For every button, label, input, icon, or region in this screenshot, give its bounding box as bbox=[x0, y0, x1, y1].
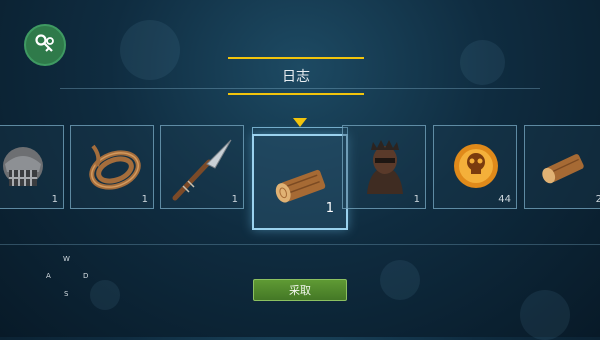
inventory-slot-armor[interactable]: 1 bbox=[342, 125, 426, 209]
inventory-slot-spear[interactable]: 1 bbox=[160, 125, 244, 209]
bokeh-light bbox=[380, 260, 420, 300]
take-button[interactable]: 采取 bbox=[253, 279, 347, 301]
inventory-slot-helmet[interactable]: 1 bbox=[0, 125, 64, 209]
inventory-slot-rope[interactable]: 1 bbox=[70, 125, 154, 209]
key-button[interactable] bbox=[24, 24, 66, 66]
item-count: 1 bbox=[231, 194, 238, 205]
item-count: 1 bbox=[325, 201, 334, 216]
key-a-label: A bbox=[46, 272, 51, 280]
item-count: 2 bbox=[595, 194, 600, 205]
bokeh-light bbox=[120, 20, 180, 80]
inventory-slot-log[interactable]: 2 bbox=[524, 125, 600, 209]
lower-divider bbox=[0, 244, 600, 245]
item-count: 1 bbox=[141, 194, 148, 205]
key-w-label: W bbox=[63, 255, 70, 263]
title-underline-bottom bbox=[228, 93, 364, 95]
bokeh-light bbox=[90, 280, 120, 310]
log-icon bbox=[275, 169, 326, 203]
inventory-slot-log-selected[interactable]: 1 bbox=[252, 134, 348, 230]
inventory-slot-coin[interactable]: 44 bbox=[433, 125, 517, 209]
title-divider bbox=[60, 88, 540, 89]
key-d-label: D bbox=[83, 272, 89, 280]
item-count: 1 bbox=[413, 194, 420, 205]
page-title: 日志 bbox=[282, 69, 310, 85]
title-underline-top bbox=[228, 57, 364, 59]
item-count: 1 bbox=[51, 194, 58, 205]
key-icon bbox=[35, 34, 54, 52]
key-s-label: S bbox=[64, 290, 69, 298]
log-icon bbox=[542, 154, 584, 184]
bokeh-light bbox=[460, 40, 505, 85]
bokeh-light bbox=[520, 290, 570, 340]
item-count: 44 bbox=[498, 194, 511, 205]
